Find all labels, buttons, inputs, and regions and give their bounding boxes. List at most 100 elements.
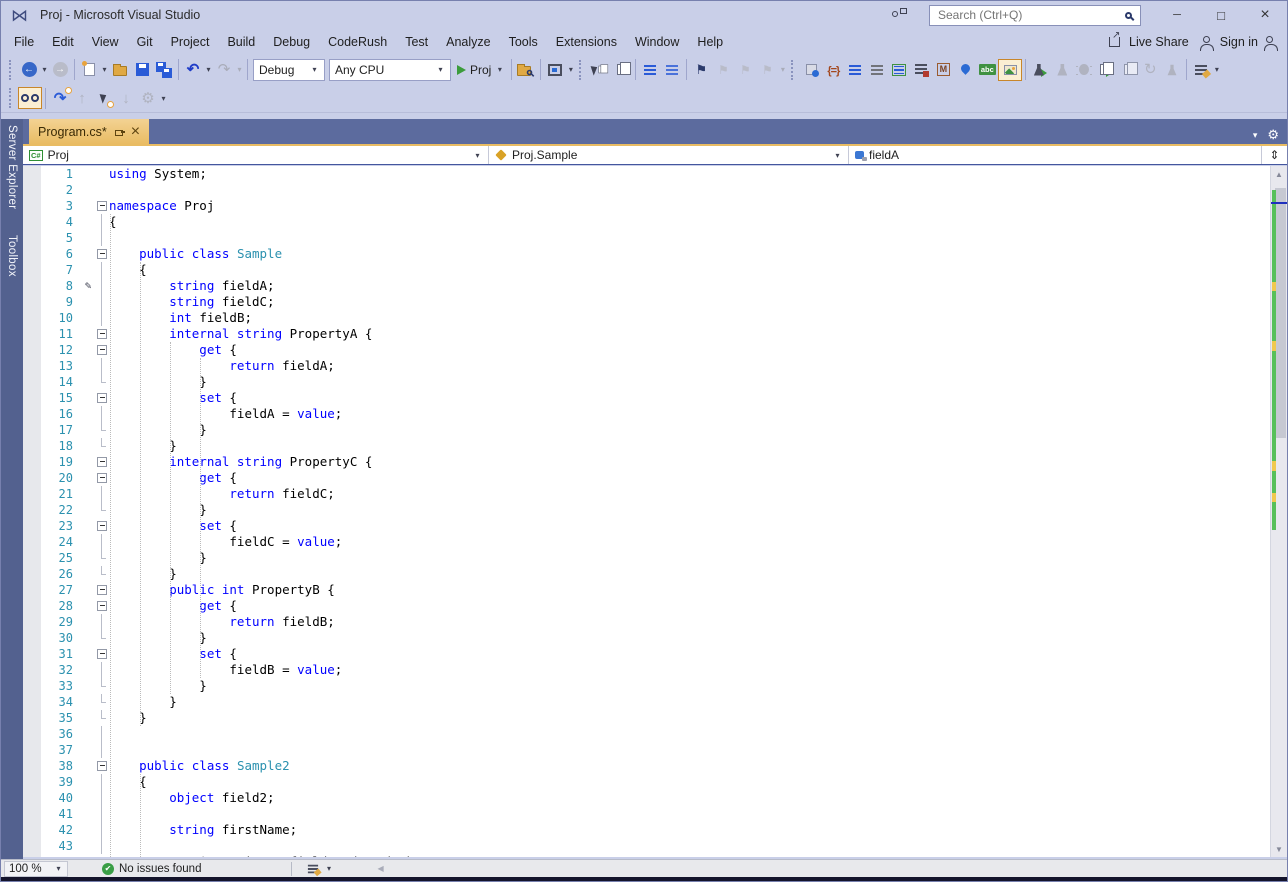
toolbar-grip[interactable] [791,59,796,80]
quick-search-box[interactable] [929,4,1141,26]
code-line-12[interactable]: 12 get { [23,342,1270,358]
move-down-button[interactable] [115,86,137,110]
redo-dropdown[interactable] [235,65,244,74]
code-line-30[interactable]: 30 } [23,630,1270,646]
breakpoint-cell[interactable] [23,326,41,342]
code-line-5[interactable]: 5 [23,230,1270,246]
run-tests-button[interactable] [1029,58,1051,82]
code-line-7[interactable]: 7 { [23,262,1270,278]
breakpoint-cell[interactable] [23,726,41,742]
breakpoint-cell[interactable] [23,422,41,438]
new-project-button[interactable] [78,58,100,82]
breakpoint-cell[interactable] [23,214,41,230]
undo-dropdown[interactable] [204,65,213,74]
code-line-1[interactable]: 1 using System; [23,166,1270,182]
breakpoint-cell[interactable] [23,742,41,758]
fold-toggle-icon[interactable] [95,646,109,662]
bookmark-dropdown[interactable] [778,65,787,74]
run-file-tests-button[interactable] [1095,58,1117,82]
previous-bookmark-button[interactable] [712,58,734,82]
breakpoint-cell[interactable] [23,278,41,294]
hidden-lines-button[interactable] [866,58,888,82]
fold-toggle-icon[interactable] [95,342,109,358]
breakpoint-cell[interactable] [23,198,41,214]
clear-bookmarks-button[interactable] [756,58,778,82]
coderush-visualize-toggle[interactable] [18,87,42,109]
breakpoint-cell[interactable] [23,454,41,470]
save-all-button[interactable] [153,58,175,82]
code-line-10[interactable]: 10 int fieldB; [23,310,1270,326]
coderush-settings-button[interactable] [137,86,159,110]
code-line-8[interactable]: 8 string fieldA; [23,278,1270,294]
toolbar-grip[interactable] [579,59,584,80]
live-share-button[interactable]: Live Share [1129,35,1189,49]
feedback-icon[interactable] [891,8,907,22]
search-input[interactable] [936,7,1125,23]
breakpoint-cell[interactable] [23,550,41,566]
code-line-32[interactable]: 32 fieldB = value; [23,662,1270,678]
code-line-15[interactable]: 15 set { [23,390,1270,406]
breakpoint-cell[interactable] [23,182,41,198]
navigate-forward-button[interactable] [49,58,71,82]
breakpoint-cell[interactable] [23,646,41,662]
save-button[interactable] [131,58,153,82]
breakpoint-cell[interactable] [23,534,41,550]
fold-toggle-icon[interactable] [95,518,109,534]
menu-item-project[interactable]: Project [162,32,219,52]
toggle-bookmark-button[interactable] [690,58,712,82]
breakpoint-cell[interactable] [23,310,41,326]
code-line-43[interactable]: 43 [23,838,1270,854]
code-line-4[interactable]: 4{ [23,214,1270,230]
new-project-dropdown[interactable] [100,65,109,74]
code-line-44[interactable]: 44 #region Private field and methods [23,854,1270,857]
menu-item-extensions[interactable]: Extensions [547,32,626,52]
breakpoint-cell[interactable] [23,262,41,278]
code-line-35[interactable]: 35 } [23,710,1270,726]
menu-item-window[interactable]: Window [626,32,688,52]
next-bookmark-button[interactable] [734,58,756,82]
run-all-tests-button[interactable] [1051,58,1073,82]
solution-configuration-combo[interactable]: Debug [253,58,325,81]
code-line-18[interactable]: 18 } [23,438,1270,454]
code-line-37[interactable]: 37 [23,742,1270,758]
menu-item-file[interactable]: File [5,32,43,52]
breakpoint-cell[interactable] [23,774,41,790]
code-line-39[interactable]: 39 { [23,774,1270,790]
code-line-13[interactable]: 13 return fieldA; [23,358,1270,374]
fold-toggle-icon[interactable] [95,390,109,406]
breakpoint-cell[interactable] [23,758,41,774]
format-document-button[interactable] [639,58,661,82]
menu-item-view[interactable]: View [83,32,128,52]
fold-toggle-icon[interactable] [95,454,109,470]
zoom-combo[interactable]: 100 % [4,860,68,877]
type-dropdown[interactable]: Proj.Sample [489,146,849,164]
code-line-20[interactable]: 20 get { [23,470,1270,486]
code-line-21[interactable]: 21 return fieldC; [23,486,1270,502]
format-selection-button[interactable] [661,58,683,82]
split-editor-button[interactable] [1261,146,1287,164]
menu-item-help[interactable]: Help [688,32,732,52]
menu-item-analyze[interactable]: Analyze [437,32,499,52]
maximize-button[interactable] [1199,1,1243,29]
code-line-11[interactable]: 11 internal string PropertyA { [23,326,1270,342]
breakpoint-cell[interactable] [23,790,41,806]
copy-frame-button[interactable] [610,58,632,82]
code-cleanup-toolbar-dropdown[interactable] [1212,65,1221,74]
redo-button[interactable] [213,58,235,82]
fold-toggle-icon[interactable] [95,326,109,342]
code-line-27[interactable]: 27 public int PropertyB { [23,582,1270,598]
toolbar-grip[interactable] [9,88,14,108]
code-style-button[interactable] [888,58,910,82]
member-organizer-button[interactable] [800,58,822,82]
map-pin-button[interactable] [954,58,976,82]
spell-checker-button[interactable] [976,58,998,82]
coderush-toolbar-dropdown[interactable] [159,94,168,103]
breakpoint-cell[interactable] [23,662,41,678]
scroll-up-arrow[interactable] [1271,166,1287,182]
import-settings-button[interactable] [910,58,932,82]
fold-toggle-icon[interactable] [95,582,109,598]
organize-members-button[interactable] [844,58,866,82]
debug-tests-button[interactable] [1073,58,1095,82]
rich-comments-image-button[interactable] [998,58,1023,81]
code-line-31[interactable]: 31 set { [23,646,1270,662]
